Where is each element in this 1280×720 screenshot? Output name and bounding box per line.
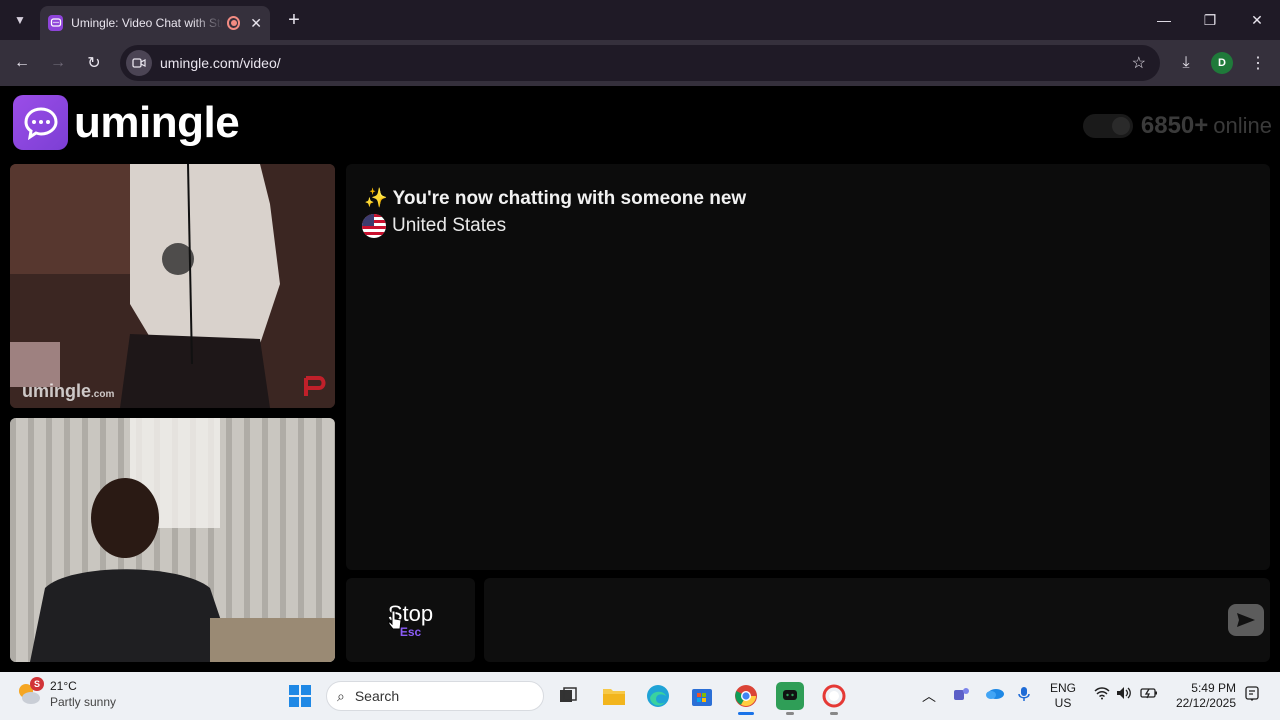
tab-search-chevron-icon[interactable]: ▼ bbox=[8, 8, 32, 32]
restore-icon[interactable]: ❐ bbox=[1196, 6, 1224, 34]
partly-sunny-icon: S bbox=[16, 677, 44, 707]
forward-arrow-icon[interactable]: → bbox=[46, 51, 70, 75]
download-icon[interactable]: ⤓ bbox=[1174, 51, 1198, 75]
menu-kebab-icon[interactable]: ⋮ bbox=[1246, 51, 1270, 75]
profile-avatar[interactable]: D bbox=[1210, 51, 1234, 75]
minimize-icon[interactable]: — bbox=[1150, 6, 1178, 34]
close-window-icon[interactable]: ✕ bbox=[1243, 6, 1271, 34]
battery-charging-icon[interactable] bbox=[1140, 686, 1158, 703]
chat-status-text: You're now chatting with someone new bbox=[392, 188, 747, 209]
system-clock[interactable]: 5:49 PM 22/12/2025 bbox=[1174, 681, 1236, 711]
send-button[interactable] bbox=[1228, 604, 1264, 636]
volume-icon[interactable] bbox=[1116, 686, 1132, 703]
browser-tab[interactable]: Umingle: Video Chat with Strangers ✕ bbox=[40, 6, 270, 40]
windows-taskbar: S 21°C Partly sunny ⌕ Search ︿ ENG US 5:… bbox=[0, 672, 1280, 720]
chat-status-message: ✨ You're now chatting with someone new bbox=[364, 186, 746, 210]
umingle-favicon-icon bbox=[48, 15, 64, 31]
browser-tab-bar: ▼ Umingle: Video Chat with Strangers ✕ +… bbox=[0, 0, 1280, 40]
clock-date: 22/12/2025 bbox=[1175, 696, 1236, 710]
online-count: 6850+ bbox=[1140, 112, 1209, 139]
language-code: ENG bbox=[1050, 681, 1077, 695]
weather-widget[interactable]: S 21°C Partly sunny bbox=[16, 677, 117, 710]
send-icon bbox=[1237, 613, 1255, 627]
message-input[interactable] bbox=[484, 578, 1270, 662]
us-flag-icon bbox=[362, 214, 386, 238]
stranger-video: umingle.com bbox=[10, 164, 335, 408]
browser-toolbar: ← → ↻ umingle.com/video/ ☆ ⤓ D ⋮ bbox=[0, 40, 1280, 86]
logo-wordmark: umingle bbox=[74, 97, 240, 147]
stop-button[interactable]: Stop Esc bbox=[346, 578, 475, 662]
recording-indicator-icon bbox=[226, 16, 241, 30]
weather-temperature: 21°C bbox=[50, 679, 77, 693]
chat-bubble-logo-icon bbox=[13, 95, 68, 150]
self-video bbox=[10, 418, 335, 662]
keyboard-layout: US bbox=[1054, 696, 1072, 710]
sparkles-icon: ✨ bbox=[364, 188, 388, 209]
self-video-frame bbox=[10, 418, 335, 662]
wifi-icon[interactable] bbox=[1094, 686, 1110, 703]
reload-icon[interactable]: ↻ bbox=[82, 51, 106, 75]
theme-toggle[interactable] bbox=[1082, 114, 1133, 138]
task-view-icon[interactable] bbox=[554, 682, 582, 710]
mouse-cursor-icon bbox=[388, 610, 402, 630]
weather-notification-badge: S bbox=[30, 677, 44, 691]
red-p-logo-icon bbox=[304, 376, 326, 396]
partner-country: United States bbox=[362, 214, 506, 238]
chrome-icon[interactable] bbox=[732, 682, 760, 710]
close-tab-icon[interactable]: ✕ bbox=[250, 15, 262, 32]
windows-start-icon[interactable] bbox=[288, 684, 312, 708]
stranger-video-frame bbox=[10, 164, 335, 408]
microsoft-store-icon[interactable] bbox=[688, 682, 716, 710]
search-placeholder: Search bbox=[354, 688, 400, 704]
url-text: umingle.com/video/ bbox=[160, 55, 281, 71]
chat-log: ✨ You're now chatting with someone new U… bbox=[346, 164, 1270, 570]
recorder-running-indicator bbox=[830, 712, 838, 715]
bookmark-star-icon[interactable]: ☆ bbox=[1132, 53, 1146, 73]
language-indicator[interactable]: ENG US bbox=[1050, 681, 1076, 711]
camera-permission-icon[interactable] bbox=[126, 50, 152, 76]
notification-center-icon[interactable] bbox=[1244, 686, 1260, 705]
teams-icon[interactable] bbox=[952, 686, 970, 705]
country-name: United States bbox=[392, 215, 507, 236]
screen-recorder-icon[interactable] bbox=[820, 682, 848, 710]
profile-initial: D bbox=[1211, 52, 1233, 74]
online-label: online bbox=[1213, 113, 1272, 138]
umingle-page: umingle 6850+ online umingle.com ✨ You'r… bbox=[0, 86, 1280, 672]
online-indicator: 6850+ online bbox=[1082, 112, 1272, 140]
new-tab-button[interactable]: + bbox=[282, 8, 306, 32]
chrome-active-indicator bbox=[738, 712, 754, 715]
microphone-icon[interactable] bbox=[1018, 686, 1030, 705]
back-arrow-icon[interactable]: ← bbox=[10, 51, 34, 75]
tab-title: Umingle: Video Chat with Strangers bbox=[71, 16, 223, 30]
show-hidden-icons-chevron-icon[interactable]: ︿ bbox=[922, 686, 936, 706]
app-chat-icon[interactable] bbox=[776, 682, 804, 710]
app-running-indicator bbox=[786, 712, 794, 715]
clock-time: 5:49 PM bbox=[1191, 681, 1236, 695]
edge-browser-icon[interactable] bbox=[644, 682, 672, 710]
site-logo[interactable]: umingle bbox=[13, 95, 240, 150]
address-bar[interactable]: umingle.com/video/ ☆ bbox=[120, 45, 1160, 81]
onedrive-icon[interactable] bbox=[985, 686, 1005, 703]
taskbar-search[interactable]: ⌕ Search bbox=[326, 681, 544, 711]
stop-shortcut-key: Esc bbox=[399, 625, 422, 639]
search-icon: ⌕ bbox=[337, 687, 345, 704]
umingle-watermark: umingle.com bbox=[22, 381, 115, 401]
weather-description: Partly sunny bbox=[50, 695, 117, 709]
file-explorer-icon[interactable] bbox=[600, 682, 628, 710]
